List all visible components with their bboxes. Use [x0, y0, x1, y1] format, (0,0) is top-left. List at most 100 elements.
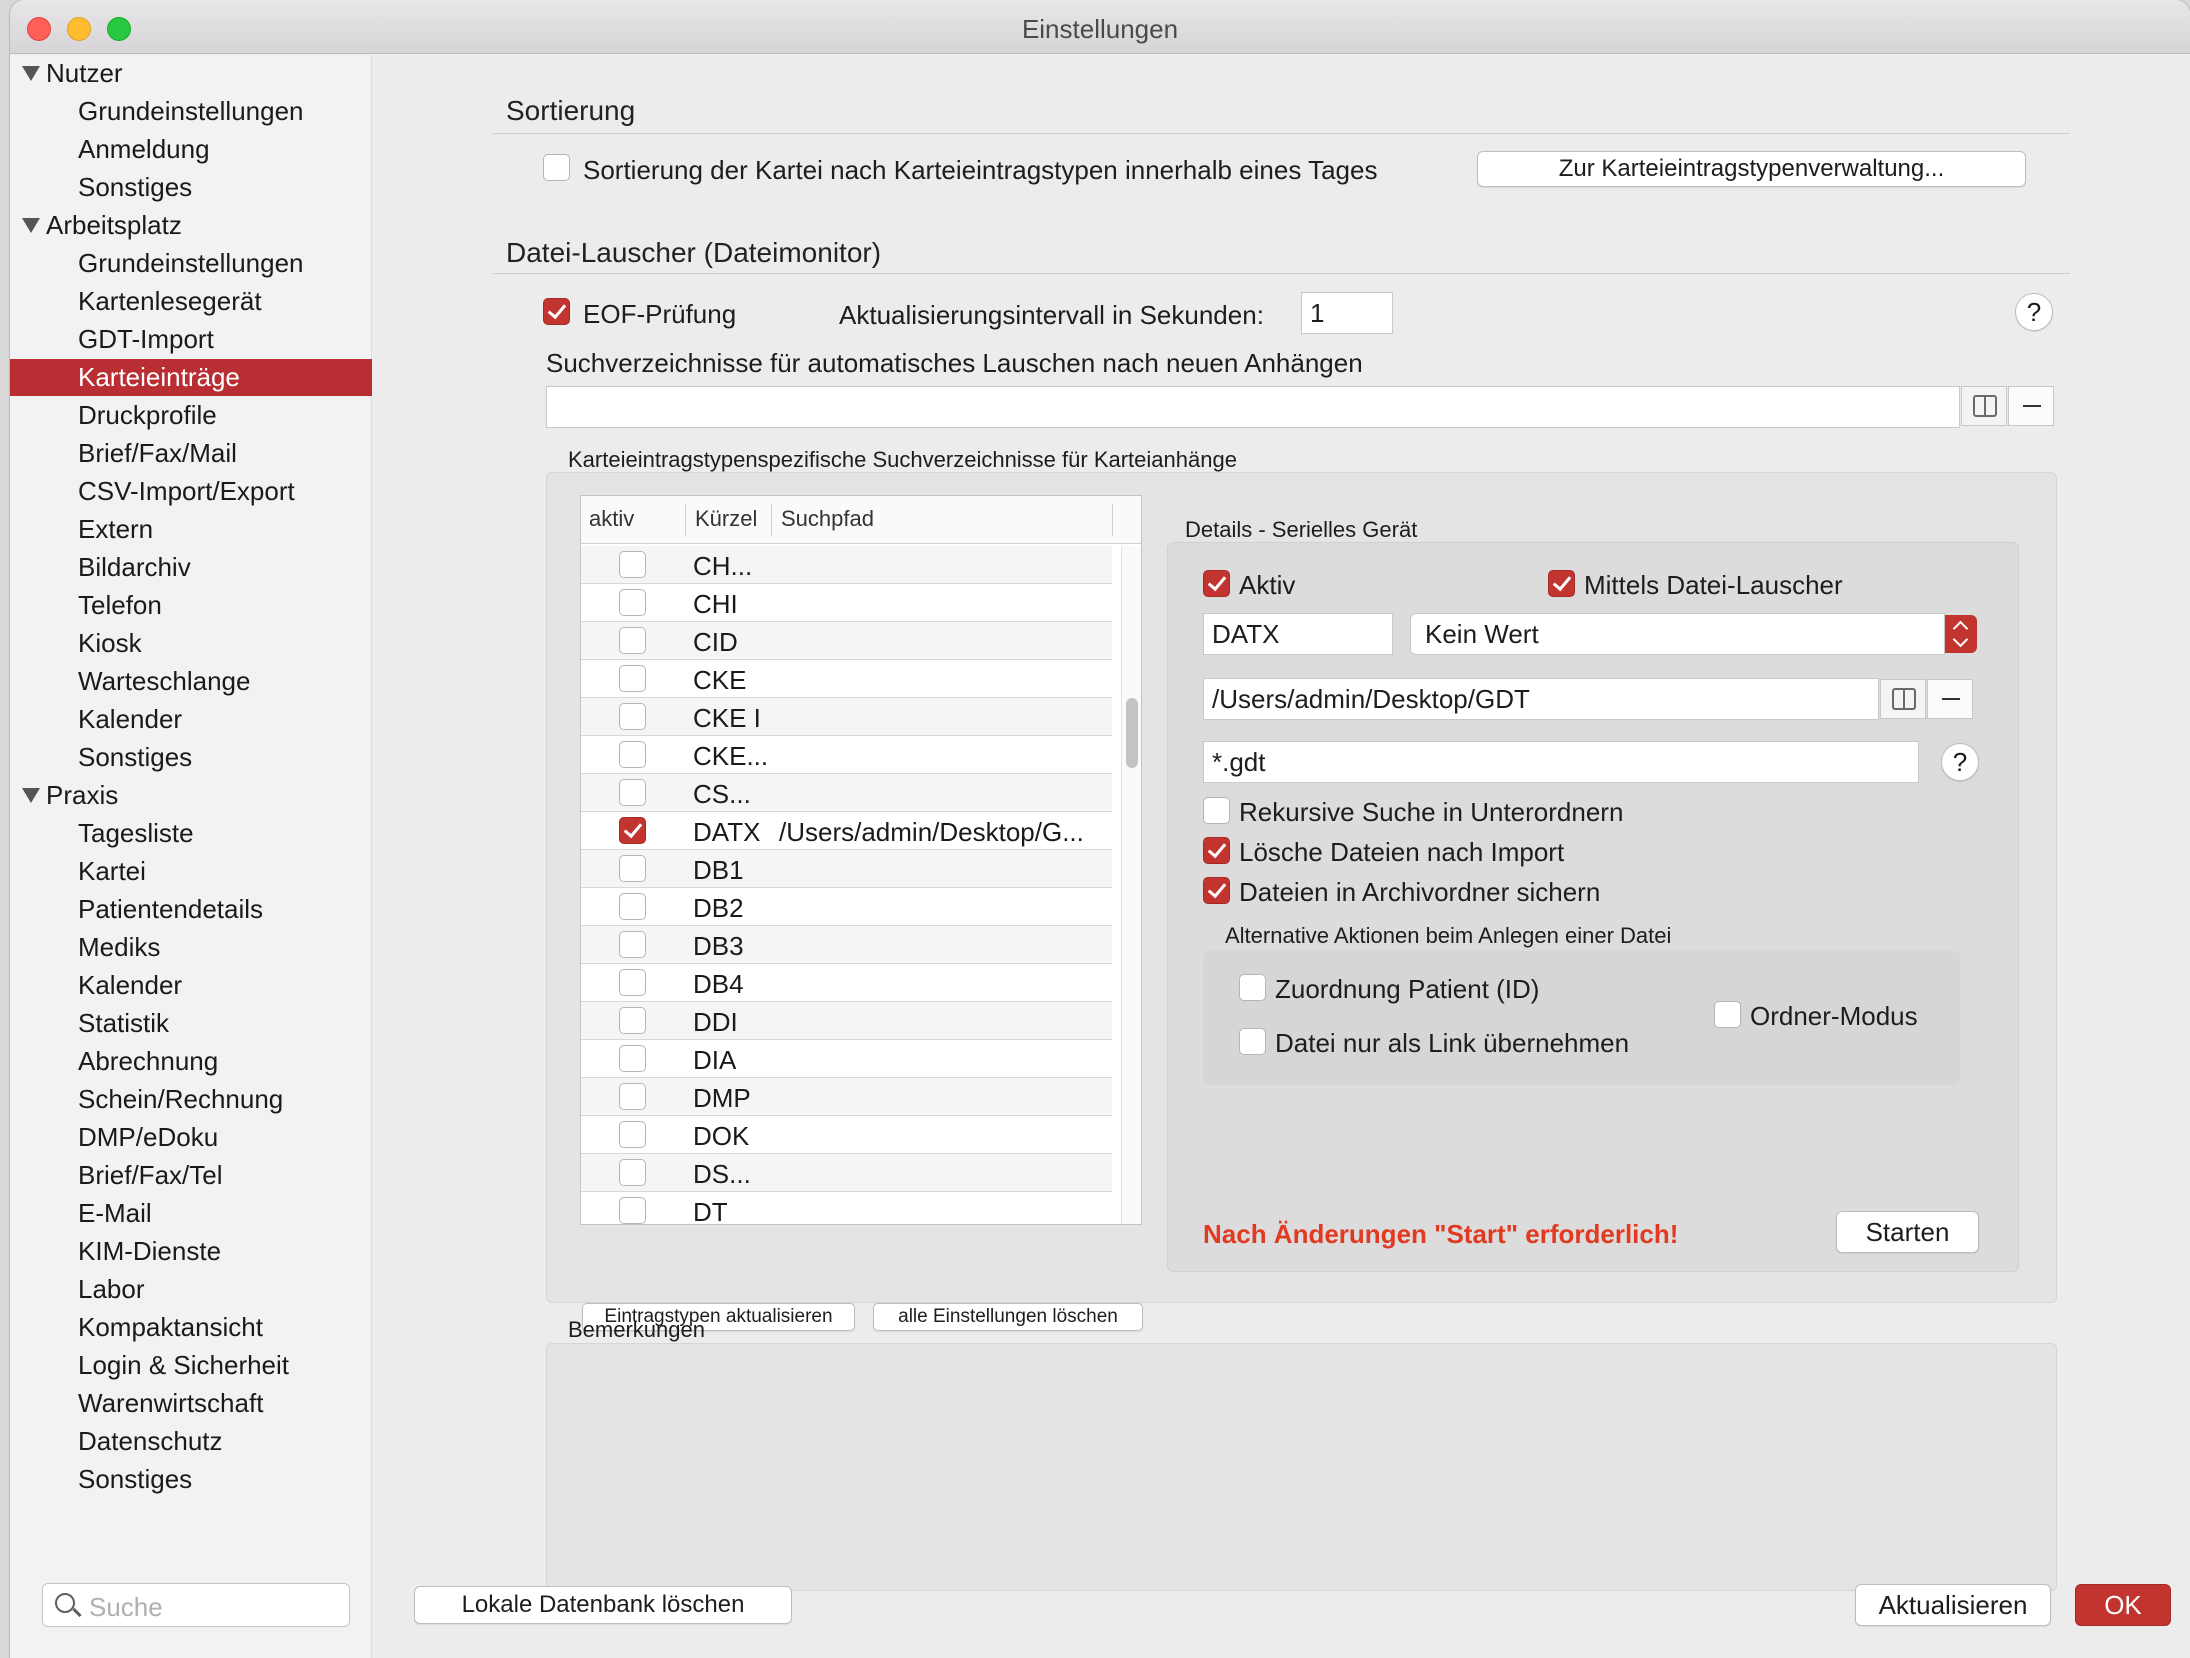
ok-button[interactable]: OK [2075, 1584, 2171, 1626]
sidebar-item-schein-rechnung[interactable]: Schein/Rechnung [10, 1081, 372, 1118]
sidebar-item-warenwirtschaft[interactable]: Warenwirtschaft [10, 1385, 372, 1422]
column-header-aktiv[interactable]: aktiv [589, 506, 634, 532]
sidebar-item-kim-dienste[interactable]: KIM-Dienste [10, 1233, 372, 1270]
table-row[interactable]: DATX/Users/admin/Desktop/G... [581, 812, 1112, 850]
row-active-checkbox[interactable] [619, 931, 646, 958]
sidebar-item-statistik[interactable]: Statistik [10, 1005, 372, 1042]
sidebar-item-grundeinstellungen[interactable]: Grundeinstellungen [10, 245, 372, 282]
disclosure-triangle-icon[interactable] [22, 218, 40, 233]
table-row[interactable]: DS... [581, 1154, 1112, 1192]
sidebar-item-tagesliste[interactable]: Tagesliste [10, 815, 372, 852]
file-pattern-help-button[interactable]: ? [1941, 743, 1979, 781]
table-row[interactable]: DB4 [581, 964, 1112, 1002]
sidebar-item-kiosk[interactable]: Kiosk [10, 625, 372, 662]
interval-input[interactable]: 1 [1301, 292, 1393, 334]
eof-check-checkbox[interactable] [543, 298, 570, 325]
sidebar-item-karteieinträge[interactable]: Karteieinträge [10, 359, 372, 396]
row-active-checkbox[interactable] [619, 855, 646, 882]
column-header-kuerzel[interactable]: Kürzel [695, 506, 757, 532]
sidebar-item-kartenlesegerät[interactable]: Kartenlesegerät [10, 283, 372, 320]
refresh-button[interactable]: Aktualisieren [1855, 1584, 2051, 1626]
column-header-suchpfad[interactable]: Suchpfad [781, 506, 874, 532]
sidebar-item-login-sicherheit[interactable]: Login & Sicherheit [10, 1347, 372, 1384]
table-row[interactable]: DT [581, 1192, 1112, 1224]
row-active-checkbox[interactable] [619, 589, 646, 616]
archive-files-checkbox[interactable] [1203, 877, 1230, 904]
sidebar-group-praxis[interactable]: Praxis [10, 777, 372, 814]
table-row[interactable]: DDI [581, 1002, 1112, 1040]
delete-local-database-button[interactable]: Lokale Datenbank löschen [414, 1586, 792, 1624]
sidebar-item-datenschutz[interactable]: Datenschutz [10, 1423, 372, 1460]
table-row[interactable]: CHI [581, 584, 1112, 622]
sidebar-item-anmeldung[interactable]: Anmeldung [10, 131, 372, 168]
table-row[interactable]: DIA [581, 1040, 1112, 1078]
sidebar-group-arbeitsplatz[interactable]: Arbeitsplatz [10, 207, 372, 244]
sidebar-item-labor[interactable]: Labor [10, 1271, 372, 1308]
sidebar-item-csv-import-export[interactable]: CSV-Import/Export [10, 473, 372, 510]
device-code-input[interactable]: DATX [1203, 613, 1393, 655]
table-scrollbar[interactable] [1121, 546, 1141, 1224]
row-active-checkbox[interactable] [619, 665, 646, 692]
recursive-search-checkbox[interactable] [1203, 797, 1230, 824]
sidebar-item-brief-fax-mail[interactable]: Brief/Fax/Mail [10, 435, 372, 472]
sidebar-item-mediks[interactable]: Mediks [10, 929, 372, 966]
search-dirs-field[interactable] [546, 386, 1960, 428]
sidebar-item-kalender[interactable]: Kalender [10, 701, 372, 738]
sidebar-search-input[interactable]: Suche [42, 1583, 350, 1627]
device-path-remove-button[interactable] [1927, 679, 1973, 719]
row-active-checkbox[interactable] [619, 1121, 646, 1148]
assign-patient-checkbox[interactable] [1239, 974, 1266, 1001]
sidebar-item-abrechnung[interactable]: Abrechnung [10, 1043, 372, 1080]
table-row[interactable]: CH... [581, 546, 1112, 584]
remarks-area[interactable] [546, 1343, 2057, 1591]
sidebar-item-patientendetails[interactable]: Patientendetails [10, 891, 372, 928]
sidebar-item-dmp-edoku[interactable]: DMP/eDoku [10, 1119, 372, 1156]
row-active-checkbox[interactable] [619, 779, 646, 806]
row-active-checkbox[interactable] [619, 1045, 646, 1072]
table-row[interactable]: CS... [581, 774, 1112, 812]
table-row[interactable]: CKE I [581, 698, 1112, 736]
search-dirs-remove-button[interactable] [2008, 386, 2054, 426]
sort-by-type-checkbox[interactable] [543, 154, 570, 181]
sidebar-item-warteschlange[interactable]: Warteschlange [10, 663, 372, 700]
device-path-input[interactable]: /Users/admin/Desktop/GDT [1203, 678, 1879, 720]
row-active-checkbox[interactable] [619, 1083, 646, 1110]
row-active-checkbox[interactable] [619, 551, 646, 578]
table-scrollbar-thumb[interactable] [1126, 698, 1138, 768]
table-row[interactable]: CKE... [581, 736, 1112, 774]
row-active-checkbox[interactable] [619, 627, 646, 654]
sidebar-item-druckprofile[interactable]: Druckprofile [10, 397, 372, 434]
device-path-browse-button[interactable] [1880, 679, 1926, 719]
row-active-checkbox[interactable] [619, 1007, 646, 1034]
row-active-checkbox[interactable] [619, 969, 646, 996]
value-select[interactable]: Kein Wert [1410, 613, 1945, 655]
folder-mode-checkbox[interactable] [1714, 1001, 1741, 1028]
sidebar-item-telefon[interactable]: Telefon [10, 587, 372, 624]
clear-all-settings-button[interactable]: alle Einstellungen löschen [873, 1303, 1143, 1331]
table-row[interactable]: CKE [581, 660, 1112, 698]
table-row[interactable]: DB2 [581, 888, 1112, 926]
details-active-checkbox[interactable] [1203, 570, 1230, 597]
row-active-checkbox[interactable] [619, 817, 646, 844]
table-row[interactable]: CID [581, 622, 1112, 660]
row-active-checkbox[interactable] [619, 893, 646, 920]
link-only-checkbox[interactable] [1239, 1028, 1266, 1055]
table-row[interactable]: DB3 [581, 926, 1112, 964]
file-pattern-input[interactable]: *.gdt [1203, 741, 1919, 783]
sidebar-item-sonstiges[interactable]: Sonstiges [10, 1461, 372, 1498]
sidebar-item-sonstiges[interactable]: Sonstiges [10, 739, 372, 776]
sidebar-item-sonstiges[interactable]: Sonstiges [10, 169, 372, 206]
row-active-checkbox[interactable] [619, 703, 646, 730]
sidebar-item-extern[interactable]: Extern [10, 511, 372, 548]
table-row[interactable]: DB1 [581, 850, 1112, 888]
sidebar-group-nutzer[interactable]: Nutzer [10, 55, 372, 92]
table-row[interactable]: DOK [581, 1116, 1112, 1154]
row-active-checkbox[interactable] [619, 1197, 646, 1224]
interval-help-button[interactable]: ? [2015, 293, 2053, 331]
delete-after-import-checkbox[interactable] [1203, 837, 1230, 864]
table-row[interactable]: DMP [581, 1078, 1112, 1116]
sidebar-item-bildarchiv[interactable]: Bildarchiv [10, 549, 372, 586]
select-chevron-icon[interactable] [1945, 615, 1977, 653]
entry-type-management-button[interactable]: Zur Karteieintragstypenverwaltung... [1477, 151, 2026, 187]
disclosure-triangle-icon[interactable] [22, 788, 40, 803]
